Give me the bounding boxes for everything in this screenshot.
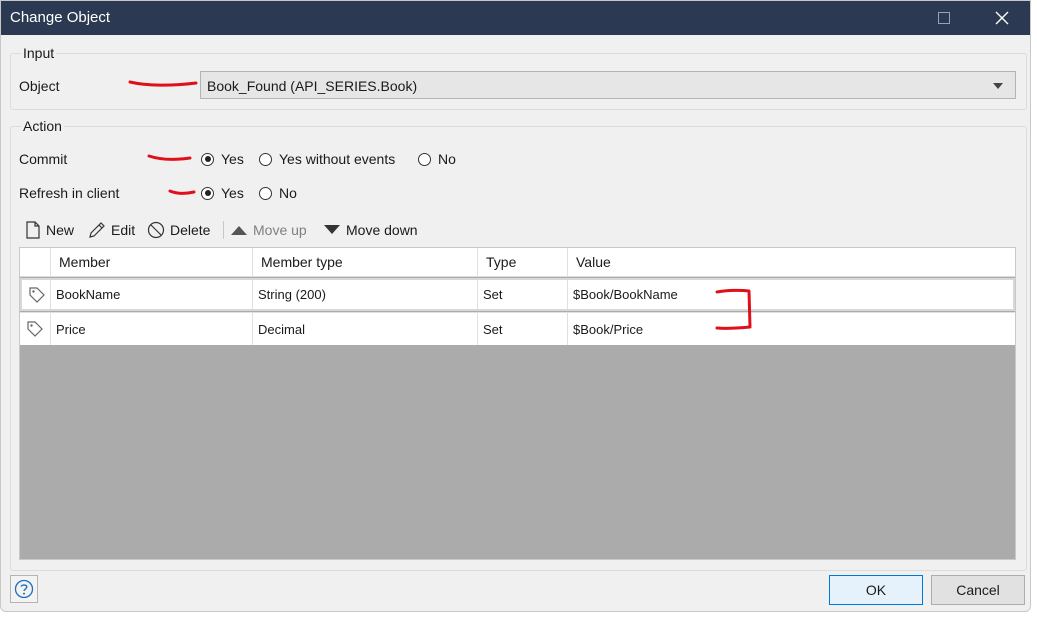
triangle-up-icon xyxy=(231,226,247,235)
refresh-label: Refresh in client xyxy=(19,185,120,201)
dialog-title: Change Object xyxy=(10,9,111,26)
tag-icon xyxy=(20,313,50,345)
maximize-icon xyxy=(938,12,950,24)
commit-option-yes-label: Yes xyxy=(221,151,244,167)
new-button[interactable]: New xyxy=(25,214,74,246)
delete-button[interactable]: Delete xyxy=(147,214,210,246)
object-dropdown[interactable]: Book_Found (API_SERIES.Book) xyxy=(200,71,1016,99)
maximize-button[interactable] xyxy=(921,1,967,35)
header-icon-column xyxy=(20,248,50,276)
members-toolbar: New Edit Delete Move up Move down xyxy=(19,214,1016,246)
cell-type: Set xyxy=(477,313,567,345)
move-down-button-label: Move down xyxy=(346,222,418,238)
radio-indicator xyxy=(259,152,272,166)
new-document-icon xyxy=(26,221,40,239)
triangle-down-icon xyxy=(324,225,340,234)
header-value[interactable]: Value xyxy=(567,248,1015,276)
chevron-down-icon xyxy=(993,83,1003,89)
cell-value: $Book/BookName xyxy=(567,280,1015,309)
annotation-bracket-values xyxy=(715,288,752,330)
close-button[interactable] xyxy=(979,1,1025,35)
refresh-option-no-label: No xyxy=(279,185,297,201)
edit-button[interactable]: Edit xyxy=(88,214,135,246)
cancel-button[interactable]: Cancel xyxy=(931,575,1025,605)
input-legend: Input xyxy=(21,45,57,61)
cell-member-type: Decimal xyxy=(252,313,477,345)
help-button[interactable] xyxy=(10,575,38,603)
new-button-label: New xyxy=(46,222,75,238)
ok-button[interactable]: OK xyxy=(829,575,923,605)
refresh-radio-no[interactable]: No xyxy=(259,183,297,203)
commit-radio-no[interactable]: No xyxy=(418,149,456,169)
table-row[interactable]: BookName String (200) Set $Book/BookName xyxy=(20,278,1015,311)
change-object-dialog: Change Object Input Object Book_Found (A… xyxy=(0,0,1031,612)
annotation-mark-refresh xyxy=(168,189,196,195)
annotation-mark-object xyxy=(128,80,198,87)
tag-icon xyxy=(22,280,52,309)
cell-member: Price xyxy=(50,313,252,345)
table-row[interactable]: Price Decimal Set $Book/Price xyxy=(20,312,1015,345)
radio-indicator xyxy=(259,186,272,200)
radio-indicator xyxy=(418,152,431,166)
toolbar-separator xyxy=(223,221,224,239)
action-legend: Action xyxy=(21,118,64,134)
pencil-icon xyxy=(89,222,105,238)
table-header: Member Member type Type Value xyxy=(20,248,1015,277)
cell-member: BookName xyxy=(50,280,252,309)
move-down-button[interactable]: Move down xyxy=(323,214,418,246)
prohibited-icon xyxy=(147,221,165,239)
header-member[interactable]: Member xyxy=(50,248,252,276)
help-icon xyxy=(14,579,34,599)
commit-option-yes-without-events-label: Yes without events xyxy=(279,151,396,167)
refresh-option-yes-label: Yes xyxy=(221,185,244,201)
object-dropdown-value: Book_Found (API_SERIES.Book) xyxy=(207,78,418,94)
move-up-button[interactable]: Move up xyxy=(230,214,307,246)
commit-radio-yes-without-events[interactable]: Yes without events xyxy=(259,149,395,169)
annotation-mark-commit xyxy=(147,154,192,161)
radio-selected-indicator xyxy=(201,186,214,200)
close-icon xyxy=(995,11,1009,25)
move-up-button-label: Move up xyxy=(253,222,307,238)
commit-label: Commit xyxy=(19,151,68,167)
members-table: Member Member type Type Value BookName S… xyxy=(19,247,1016,560)
commit-radio-yes[interactable]: Yes xyxy=(201,149,244,169)
radio-selected-indicator xyxy=(201,152,214,166)
header-member-type[interactable]: Member type xyxy=(252,248,477,276)
title-bar: Change Object xyxy=(1,1,1030,35)
cell-member-type: String (200) xyxy=(252,280,477,309)
commit-option-no-label: No xyxy=(438,151,456,167)
edit-button-label: Edit xyxy=(111,222,136,238)
delete-button-label: Delete xyxy=(170,222,211,238)
header-type[interactable]: Type xyxy=(477,248,567,276)
cell-type: Set xyxy=(477,280,567,309)
refresh-radio-yes[interactable]: Yes xyxy=(201,183,244,203)
object-label: Object xyxy=(19,78,60,94)
cell-value: $Book/Price xyxy=(567,313,1015,345)
